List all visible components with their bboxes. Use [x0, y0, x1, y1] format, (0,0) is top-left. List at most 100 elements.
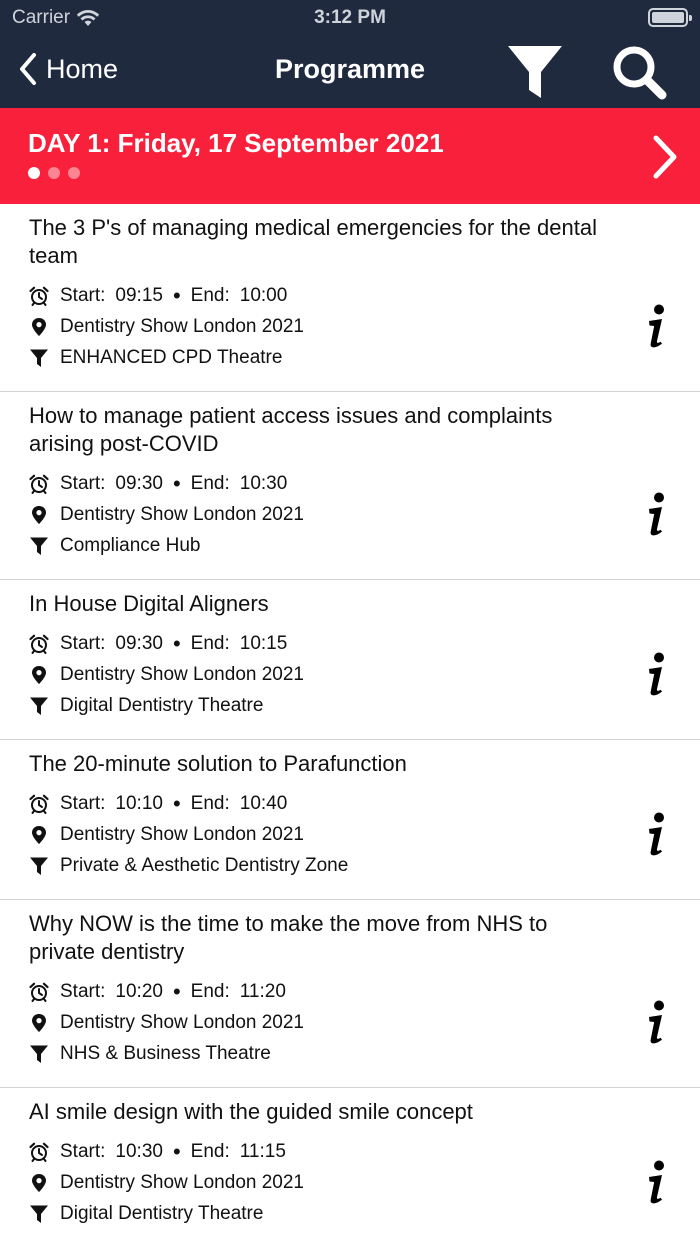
start-time: 10:30	[115, 1140, 163, 1162]
theatre-row: NHS & Business Theatre	[29, 1038, 600, 1069]
theatre-text: ENHANCED CPD Theatre	[60, 346, 283, 368]
theatre-row: Digital Dentistry Theatre	[29, 1198, 600, 1229]
theatre-text: Digital Dentistry Theatre	[60, 1202, 264, 1224]
session-meta: Start: 10:20 • End: 11:20 Dentistry Show…	[29, 976, 600, 1087]
theatre-row: Private & Aesthetic Dentistry Zone	[29, 850, 600, 881]
filter-icon	[30, 1045, 48, 1063]
info-icon[interactable]	[644, 492, 670, 538]
location-row: Dentistry Show London 2021	[29, 659, 600, 690]
filter-icon	[30, 857, 48, 875]
location-text: Dentistry Show London 2021	[60, 663, 304, 685]
start-time: 09:30	[115, 632, 163, 654]
start-label: Start:	[60, 632, 106, 654]
session-meta: Start: 09:15 • End: 10:00 Dentistry Show…	[29, 280, 600, 391]
session-item[interactable]: How to manage patient access issues and …	[0, 392, 700, 580]
theatre-text: Compliance Hub	[60, 534, 201, 556]
location-pin-icon	[32, 825, 46, 844]
start-time: 10:20	[115, 980, 163, 1002]
separator-dot: •	[172, 470, 181, 496]
session-item[interactable]: Why NOW is the time to make the move fro…	[0, 900, 700, 1088]
location-row: Dentistry Show London 2021	[29, 819, 600, 850]
alarm-clock-icon	[29, 634, 49, 654]
time-row: Start: 10:20 • End: 11:20	[29, 976, 600, 1007]
filter-icon	[30, 537, 48, 555]
location-pin-icon	[32, 1173, 46, 1192]
time-row: Start: 09:15 • End: 10:00	[29, 280, 600, 311]
separator-dot: •	[172, 978, 181, 1004]
time-row: Start: 09:30 • End: 10:30	[29, 468, 600, 499]
start-time: 10:10	[115, 792, 163, 814]
start-label: Start:	[60, 792, 106, 814]
alarm-clock-icon	[29, 1142, 49, 1162]
battery-icon	[648, 8, 692, 27]
end-time: 10:40	[239, 792, 288, 814]
start-label: Start:	[60, 1140, 106, 1162]
theatre-text: Private & Aesthetic Dentistry Zone	[60, 854, 349, 876]
end-time: 11:20	[239, 980, 286, 1002]
info-icon[interactable]	[644, 304, 670, 350]
location-text: Dentistry Show London 2021	[60, 315, 304, 337]
session-title: The 3 P's of managing medical emergencie…	[29, 215, 597, 268]
page-dot	[48, 167, 60, 179]
location-row: Dentistry Show London 2021	[29, 311, 600, 342]
separator-dot: •	[172, 1138, 181, 1164]
filter-icon	[30, 349, 48, 367]
info-icon[interactable]	[644, 1160, 670, 1206]
day-title: DAY 1: Friday, 17 September 2021	[28, 128, 444, 158]
separator-dot: •	[172, 630, 181, 656]
end-time: 10:15	[239, 632, 288, 654]
session-item[interactable]: In House Digital Aligners Start: 09:30 •…	[0, 580, 700, 740]
search-icon[interactable]	[610, 44, 668, 100]
session-meta: Start: 10:10 • End: 10:40 Dentistry Show…	[29, 788, 600, 899]
location-pin-icon	[32, 317, 46, 336]
page-dot	[68, 167, 80, 179]
filter-icon	[30, 697, 48, 715]
info-icon[interactable]	[644, 1000, 670, 1046]
filter-icon[interactable]	[506, 44, 564, 100]
info-icon[interactable]	[644, 812, 670, 858]
session-item[interactable]: The 3 P's of managing medical emergencie…	[0, 204, 700, 392]
info-icon[interactable]	[644, 652, 670, 698]
location-pin-icon	[32, 505, 46, 524]
location-pin-icon	[32, 1013, 46, 1032]
end-label: End:	[190, 472, 230, 494]
alarm-clock-icon	[29, 982, 49, 1002]
chevron-right-icon[interactable]	[646, 132, 682, 182]
time-row: Start: 10:10 • End: 10:40	[29, 788, 600, 819]
end-label: End:	[190, 632, 230, 654]
session-title: The 20-minute solution to Parafunction	[29, 751, 407, 776]
end-label: End:	[190, 284, 230, 306]
end-label: End:	[190, 980, 230, 1002]
theatre-row: Digital Dentistry Theatre	[29, 690, 600, 721]
end-label: End:	[190, 1140, 230, 1162]
location-text: Dentistry Show London 2021	[60, 823, 304, 845]
end-time: 10:30	[239, 472, 288, 494]
session-title: How to manage patient access issues and …	[29, 403, 553, 456]
location-row: Dentistry Show London 2021	[29, 1007, 600, 1038]
separator-dot: •	[172, 282, 181, 308]
alarm-clock-icon	[29, 794, 49, 814]
location-pin-icon	[32, 665, 46, 684]
session-title: Why NOW is the time to make the move fro…	[29, 911, 548, 964]
alarm-clock-icon	[29, 286, 49, 306]
separator-dot: •	[172, 790, 181, 816]
page-dot	[28, 167, 40, 179]
session-meta: Start: 09:30 • End: 10:15 Dentistry Show…	[29, 628, 600, 739]
location-row: Dentistry Show London 2021	[29, 1167, 600, 1198]
session-item[interactable]: AI smile design with the guided smile co…	[0, 1088, 700, 1244]
session-list[interactable]: The 3 P's of managing medical emergencie…	[0, 204, 700, 1244]
day-selector[interactable]: DAY 1: Friday, 17 September 2021	[0, 108, 700, 204]
location-row: Dentistry Show London 2021	[29, 499, 600, 530]
location-text: Dentistry Show London 2021	[60, 1011, 304, 1033]
session-title: In House Digital Aligners	[29, 591, 269, 616]
theatre-text: NHS & Business Theatre	[60, 1042, 271, 1064]
session-meta: Start: 09:30 • End: 10:30 Dentistry Show…	[29, 468, 600, 579]
alarm-clock-icon	[29, 474, 49, 494]
end-time: 11:15	[239, 1140, 286, 1162]
location-text: Dentistry Show London 2021	[60, 503, 304, 525]
theatre-row: ENHANCED CPD Theatre	[29, 342, 600, 373]
session-meta: Start: 10:30 • End: 11:15 Dentistry Show…	[29, 1136, 600, 1244]
session-item[interactable]: The 20-minute solution to Parafunction S…	[0, 740, 700, 900]
end-time: 10:00	[239, 284, 288, 306]
status-time: 3:12 PM	[314, 7, 386, 28]
